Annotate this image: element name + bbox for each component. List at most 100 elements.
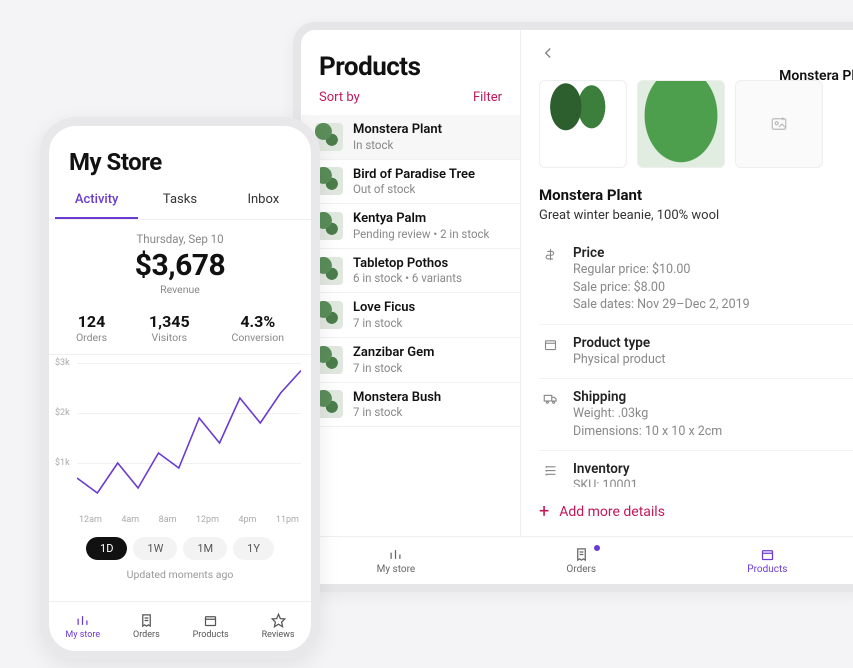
- stat-conversion[interactable]: 4.3% Conversion: [232, 312, 285, 344]
- stats-icon: [388, 547, 403, 562]
- filter-button[interactable]: Filter: [473, 90, 502, 105]
- product-row[interactable]: Bird of Paradise Tree Out of stock: [301, 160, 520, 205]
- section-title: Inventory: [573, 461, 640, 477]
- product-meta: Out of stock: [353, 182, 475, 196]
- revenue-value: $3,678: [49, 246, 311, 283]
- product-meta: 7 in stock: [353, 361, 434, 375]
- product-row[interactable]: Tabletop Pothos 6 in stock • 6 variants: [301, 249, 520, 294]
- price-dates: Sale dates: Nov 29–Dec 2, 2019: [573, 296, 750, 314]
- tablet-body: Products Sort by Filter Monstera Plant I…: [301, 30, 853, 536]
- tab-label: My store: [377, 564, 416, 575]
- range-1d[interactable]: 1D: [86, 537, 127, 560]
- tab-orders[interactable]: Orders: [133, 613, 160, 640]
- chart-x-tick: 12pm: [196, 515, 219, 525]
- product-row[interactable]: Kentya Palm Pending review • 2 in stock: [301, 204, 520, 249]
- section-shipping[interactable]: Shipping Weight: .03kg Dimensions: 10 x …: [539, 379, 853, 451]
- tab-label: My store: [65, 630, 100, 640]
- stat-orders[interactable]: 124 Orders: [76, 312, 107, 344]
- detail-image[interactable]: [539, 80, 627, 168]
- detail-product-name: Monstera Plant: [521, 186, 853, 208]
- chart-x-tick: 8am: [159, 515, 177, 525]
- detail-image-row: [521, 62, 853, 186]
- tab-activity[interactable]: Activity: [55, 182, 138, 219]
- add-image-button[interactable]: [735, 80, 823, 168]
- stat-label: Orders: [76, 331, 107, 344]
- tab-inbox[interactable]: Inbox: [222, 182, 305, 219]
- section-title: Price: [573, 245, 750, 261]
- product-name: Kentya Palm: [353, 211, 489, 227]
- tab-reviews[interactable]: Reviews: [262, 613, 295, 640]
- inventory-sku: SKU: 10001: [573, 477, 640, 487]
- stat-label: Visitors: [149, 331, 190, 344]
- range-1w[interactable]: 1W: [133, 537, 177, 560]
- last-updated: Updated moments ago: [49, 562, 311, 589]
- range-1y[interactable]: 1Y: [233, 537, 274, 560]
- stat-label: Conversion: [232, 331, 285, 344]
- section-inventory[interactable]: Inventory SKU: 10001 Quantity: 10: [539, 451, 853, 487]
- stat-value: 1,345: [149, 312, 190, 331]
- product-meta: 7 in stock: [353, 316, 415, 330]
- inventory-icon: [539, 461, 561, 487]
- plus-icon: +: [539, 501, 549, 522]
- time-range-selector: 1D 1W 1M 1Y: [49, 525, 311, 562]
- notification-dot-icon: [594, 545, 600, 551]
- product-meta: In stock: [353, 138, 442, 152]
- tab-my-store[interactable]: My store: [377, 547, 416, 575]
- tab-products[interactable]: Products: [193, 613, 229, 640]
- product-meta: 6 in stock • 6 variants: [353, 271, 462, 285]
- add-more-label: Add more details: [559, 504, 665, 520]
- shipping-weight: Weight: .03kg: [573, 405, 722, 423]
- phone-frame: My Store Activity Tasks Inbox Thursday, …: [40, 117, 320, 660]
- product-name: Zanzibar Gem: [353, 345, 434, 361]
- tab-label: Reviews: [262, 630, 295, 640]
- chart-x-labels: 12am4am8am12pm4pm11pm: [55, 513, 305, 525]
- tab-label: Products: [747, 564, 787, 575]
- stats-icon: [75, 613, 90, 628]
- product-row[interactable]: Monstera Bush 7 in stock: [301, 383, 520, 428]
- store-title: My Store: [49, 126, 311, 182]
- add-more-details-button[interactable]: + Add more details: [521, 487, 853, 536]
- receipt-icon: [574, 547, 589, 562]
- product-list: Monstera Plant In stock Bird of Paradise…: [301, 115, 520, 536]
- tab-label: Orders: [133, 630, 160, 640]
- detail-image[interactable]: [637, 80, 725, 168]
- price-regular: Regular price: $10.00: [573, 261, 750, 279]
- truck-icon: [539, 389, 561, 440]
- tab-label: Products: [193, 630, 229, 640]
- back-chevron-icon[interactable]: [539, 44, 845, 62]
- tab-orders[interactable]: Orders: [566, 547, 596, 575]
- section-price[interactable]: Price Regular price: $10.00 Sale price: …: [539, 235, 853, 325]
- phone-top-tabs: Activity Tasks Inbox: [49, 182, 311, 220]
- product-row[interactable]: Zanzibar Gem 7 in stock: [301, 338, 520, 383]
- product-meta: 7 in stock: [353, 405, 441, 419]
- product-row[interactable]: Love Ficus 7 in stock: [301, 293, 520, 338]
- current-date: Thursday, Sep 10: [49, 220, 311, 246]
- products-heading: Products: [301, 30, 520, 84]
- package-icon: [760, 547, 775, 562]
- section-title: Product type: [573, 335, 666, 351]
- products-column: Products Sort by Filter Monstera Plant I…: [301, 30, 521, 536]
- tab-tasks[interactable]: Tasks: [138, 182, 221, 219]
- product-row[interactable]: Monstera Plant In stock: [301, 115, 520, 160]
- chart-y-tick: $3k: [55, 358, 70, 368]
- chart-x-tick: 12am: [79, 515, 102, 525]
- chart-x-tick: 11pm: [276, 515, 299, 525]
- stat-visitors[interactable]: 1,345 Visitors: [149, 312, 190, 344]
- chart-x-tick: 4am: [121, 515, 139, 525]
- tab-my-store[interactable]: My store: [65, 613, 100, 640]
- detail-description: Great winter beanie, 100% wool: [521, 208, 853, 235]
- product-name: Love Ficus: [353, 300, 415, 316]
- product-type-value: Physical product: [573, 351, 666, 369]
- product-name: Monstera Bush: [353, 390, 441, 406]
- tab-products[interactable]: Products: [747, 547, 787, 575]
- section-title: Shipping: [573, 389, 722, 405]
- chart-y-tick: $1k: [55, 458, 70, 468]
- product-name: Tabletop Pothos: [353, 256, 462, 272]
- price-icon: [539, 245, 561, 314]
- chart-line: [77, 363, 301, 513]
- section-product-type[interactable]: Product type Physical product: [539, 325, 853, 380]
- sort-by-button[interactable]: Sort by: [319, 90, 360, 105]
- revenue-chart: $1k$2k$3k 12am4am8am12pm4pm11pm: [49, 355, 311, 525]
- range-1m[interactable]: 1M: [183, 537, 227, 560]
- product-detail-column: Monstera Pl Monstera Plant Great winter …: [521, 30, 853, 536]
